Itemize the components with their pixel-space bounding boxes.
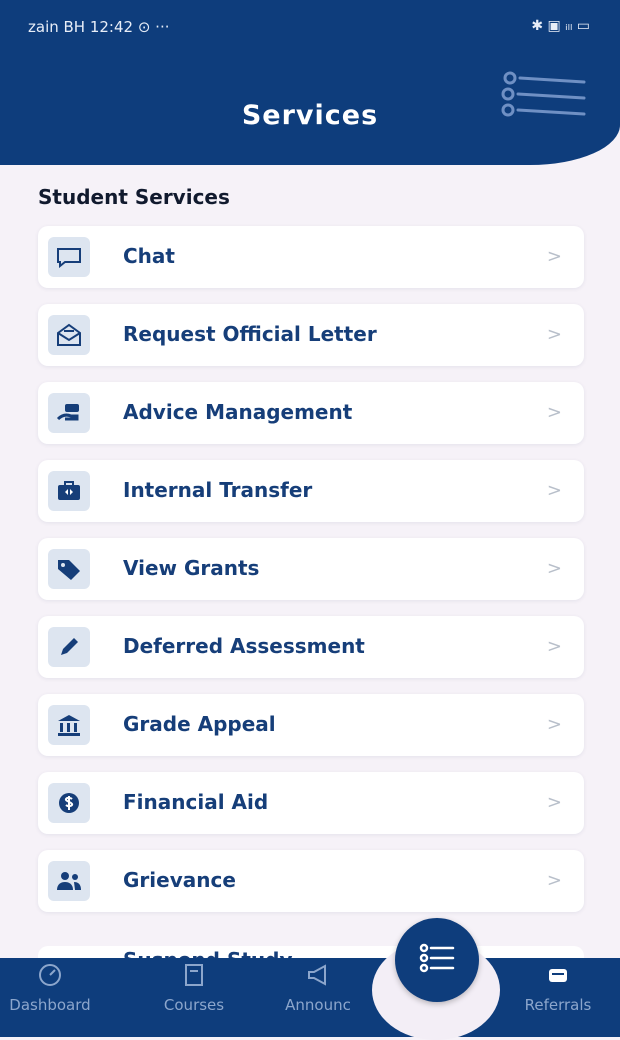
services-fab-button[interactable] <box>395 918 479 1002</box>
service-item-deferred-assessment[interactable]: Deferred Assessment > <box>38 616 584 678</box>
chevron-right-icon: > <box>546 324 562 345</box>
service-item-internal-transfer[interactable]: Internal Transfer > <box>38 460 584 522</box>
chevron-right-icon: > <box>546 870 562 891</box>
chevron-right-icon: > <box>546 480 562 501</box>
chevron-right-icon: > <box>546 246 562 267</box>
inbox-icon <box>508 962 608 988</box>
service-item-label: Advice Management <box>123 400 353 424</box>
transfer-icon <box>48 471 90 511</box>
court-icon <box>48 705 90 745</box>
service-item-view-grants[interactable]: View Grants > <box>38 538 584 600</box>
list-menu-icon[interactable] <box>498 68 588 128</box>
service-item-request-official-letter[interactable]: Request Official Letter > <box>38 304 584 366</box>
envelope-letter-icon <box>48 315 90 355</box>
nav-label: Announc <box>285 996 351 1014</box>
nav-label: Referrals <box>524 996 592 1014</box>
book-icon <box>144 962 244 988</box>
services-list: Chat > Request Official Letter > Advice … <box>38 226 584 928</box>
nav-referrals[interactable]: Referrals <box>508 962 608 1014</box>
tag-icon <box>48 549 90 589</box>
service-item-label: View Grants <box>123 556 260 580</box>
pencil-icon <box>48 627 90 667</box>
service-item-advice-management[interactable]: Advice Management > <box>38 382 584 444</box>
advice-icon <box>48 393 90 433</box>
service-item-label: Deferred Assessment <box>123 634 365 658</box>
service-item-financial-aid[interactable]: Financial Aid > <box>38 772 584 834</box>
status-bar: zain BH 12:42 ⊙ ··· ✱ ▣ ᵢₗₗ ▭ <box>0 0 620 50</box>
nav-announcements[interactable]: Announc <box>268 962 368 1014</box>
nav-courses[interactable]: Courses <box>144 962 244 1014</box>
chevron-right-icon: > <box>546 792 562 813</box>
chevron-right-icon: > <box>546 636 562 657</box>
speedometer-icon <box>0 962 100 988</box>
chevron-right-icon: > <box>546 558 562 579</box>
chat-icon <box>48 237 90 277</box>
service-item-grade-appeal[interactable]: Grade Appeal > <box>38 694 584 756</box>
nav-label: Dashboard <box>9 996 91 1014</box>
service-item-label: Chat <box>123 244 175 268</box>
bottom-nav: Dashboard Courses Announc Referrals <box>0 958 620 1037</box>
nav-dashboard[interactable]: Dashboard <box>0 962 100 1014</box>
chevron-right-icon: > <box>546 714 562 735</box>
people-icon <box>48 861 90 901</box>
list-icon <box>417 941 457 979</box>
status-carrier-time: zain BH 12:42 ⊙ ··· <box>28 18 170 36</box>
service-item-grievance[interactable]: Grievance > <box>38 850 584 912</box>
service-item-label: Financial Aid <box>123 790 269 814</box>
nav-label: Courses <box>163 996 225 1014</box>
service-item-label: Grievance <box>123 868 236 892</box>
service-item-chat[interactable]: Chat > <box>38 226 584 288</box>
header: Services <box>0 50 620 165</box>
service-item-label: Grade Appeal <box>123 712 276 736</box>
service-item-label: Internal Transfer <box>123 478 313 502</box>
service-item-label: Request Official Letter <box>123 322 377 346</box>
chevron-right-icon: > <box>546 402 562 423</box>
section-title: Student Services <box>38 185 230 209</box>
dollar-icon <box>48 783 90 823</box>
megaphone-icon <box>268 962 368 988</box>
status-indicators: ✱ ▣ ᵢₗₗ ▭ <box>531 18 590 34</box>
